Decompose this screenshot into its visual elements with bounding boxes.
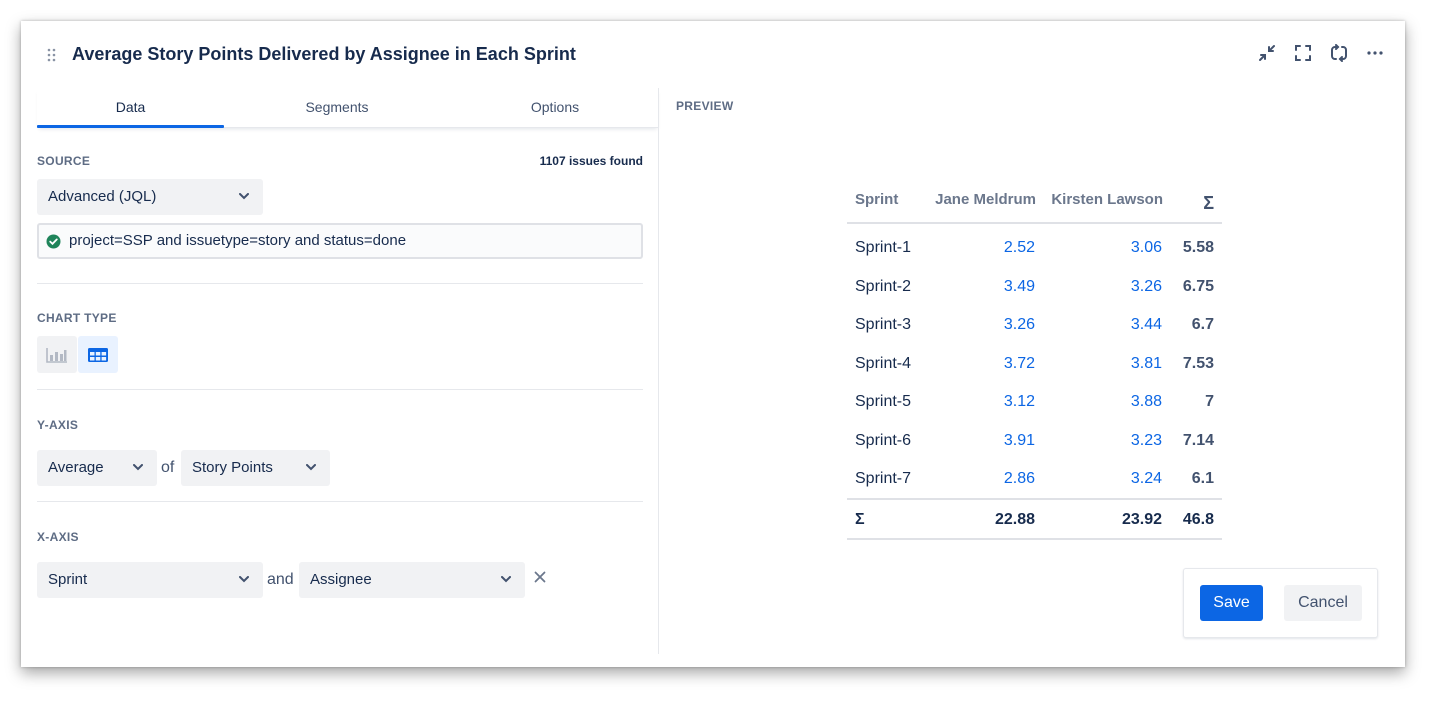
value-cell[interactable]: 3.44: [1131, 316, 1162, 334]
table-chart-button[interactable]: [78, 336, 118, 373]
table-row: Sprint-6 3.91 3.23 7.14: [847, 420, 1222, 459]
header-cell: Sprint: [855, 191, 899, 208]
table-row: Sprint-1 2.52 3.06 5.58: [847, 227, 1222, 266]
value-cell[interactable]: 2.52: [1004, 239, 1035, 257]
drag-handle-icon[interactable]: [47, 48, 57, 62]
value-cell[interactable]: 3.88: [1131, 393, 1162, 411]
chart-editor-card: Average Story Points Delivered by Assign…: [21, 21, 1405, 667]
footer-cell: 46.8: [1182, 510, 1214, 528]
value-cell[interactable]: 3.72: [1004, 355, 1035, 373]
sprint-cell: Sprint-2: [855, 277, 912, 295]
preview-label: PREVIEW: [676, 99, 734, 113]
tab-segments[interactable]: Segments: [237, 88, 437, 128]
issues-count: 1107 issues found: [539, 154, 643, 168]
total-cell: 6.1: [1191, 470, 1214, 487]
chevron-down-icon: [133, 464, 143, 471]
y-axis-label: Y-AXIS: [37, 418, 79, 432]
valid-check-icon: [46, 234, 61, 249]
chart-type-label: CHART TYPE: [37, 311, 117, 325]
sprint-cell: Sprint-4: [855, 354, 912, 372]
jql-input[interactable]: project=SSP and issuetype=story and stat…: [37, 223, 643, 259]
page-title: Average Story Points Delivered by Assign…: [72, 44, 576, 64]
value-cell[interactable]: 3.91: [1004, 432, 1035, 450]
chevron-down-icon: [239, 193, 249, 200]
divider: [37, 501, 643, 502]
value-cell[interactable]: 3.26: [1004, 316, 1035, 334]
x-field2-select[interactable]: Assignee: [299, 562, 525, 598]
chevron-down-icon: [501, 576, 511, 583]
chevron-down-icon: [239, 576, 249, 583]
more-icon[interactable]: [1365, 43, 1385, 63]
value-cell[interactable]: 3.24: [1131, 470, 1162, 488]
total-cell: 7.53: [1182, 354, 1214, 372]
collapse-icon[interactable]: [1257, 43, 1277, 63]
y-connector: of: [161, 459, 175, 476]
footer-cell: 23.92: [1121, 510, 1162, 528]
action-bar: Save Cancel: [1183, 568, 1378, 638]
editor-panel: Data Segments Options SOURCE 1107 issues…: [37, 88, 659, 654]
value-cell[interactable]: 3.12: [1004, 393, 1035, 411]
chevron-down-icon: [306, 464, 316, 471]
header-cell: Kirsten Lawson: [1051, 191, 1163, 208]
value-cell[interactable]: 3.81: [1131, 355, 1162, 373]
sprint-cell: Sprint-1: [855, 239, 912, 256]
y-aggregate-select[interactable]: Average: [37, 450, 157, 486]
value-cell[interactable]: 3.26: [1131, 278, 1162, 296]
x-connector: and: [267, 571, 294, 588]
bar-chart-button[interactable]: [37, 336, 77, 373]
total-cell: 6.75: [1182, 277, 1214, 295]
value-cell[interactable]: 2.86: [1004, 470, 1035, 488]
tab-data[interactable]: Data: [37, 88, 224, 128]
table-row: Sprint-5 3.12 3.88 7: [847, 381, 1222, 420]
preview-table: Sprint Jane Meldrum Kirsten Lawson Σ Spr…: [847, 182, 1222, 540]
x-axis-label: X-AXIS: [37, 530, 79, 544]
source-select-value: Advanced (JQL): [48, 188, 157, 205]
header-cell: Jane Meldrum: [935, 191, 1036, 208]
table-row: Sprint-2 3.49 3.26 6.75: [847, 266, 1222, 305]
table-row: Sprint-7 2.86 3.24 6.1: [847, 458, 1222, 497]
total-cell: 5.58: [1182, 239, 1214, 256]
value-cell[interactable]: 3.23: [1131, 432, 1162, 450]
x-field1-select[interactable]: Sprint: [37, 562, 263, 598]
divider: [37, 283, 643, 284]
table-icon: [88, 347, 108, 362]
divider: [37, 389, 643, 390]
x-field1-value: Sprint: [48, 571, 88, 588]
x-field2-value: Assignee: [310, 571, 372, 588]
source-label: SOURCE: [37, 154, 91, 168]
y-field-select[interactable]: Story Points: [181, 450, 330, 486]
header-actions: [1257, 43, 1385, 63]
header-cell: Σ: [1203, 193, 1214, 213]
table-header-row: Sprint Jane Meldrum Kirsten Lawson Σ: [847, 182, 1222, 224]
sprint-cell: Sprint-3: [855, 316, 912, 333]
y-aggregate-value: Average: [48, 459, 104, 476]
expand-icon[interactable]: [1293, 43, 1313, 63]
close-icon[interactable]: [534, 571, 546, 583]
total-cell: 6.7: [1191, 316, 1214, 333]
jql-query: project=SSP and issuetype=story and stat…: [69, 232, 407, 249]
table-body: Sprint-1 2.52 3.06 5.58 Sprint-2 3.49 3.26 6.75…: [847, 227, 1222, 497]
table-row: Sprint-3 3.26 3.44 6.7: [847, 304, 1222, 343]
footer-cell: Σ: [855, 510, 865, 528]
table-row: Sprint-4 3.72 3.81 7.53: [847, 343, 1222, 382]
save-button[interactable]: Save: [1200, 585, 1263, 621]
cancel-button[interactable]: Cancel: [1284, 585, 1362, 621]
value-cell[interactable]: 3.06: [1131, 239, 1162, 257]
footer-cell: 22.88: [994, 510, 1035, 528]
total-cell: 7.14: [1182, 431, 1214, 449]
tab-bar: Data Segments Options: [37, 88, 659, 128]
refresh-icon[interactable]: [1329, 43, 1349, 63]
y-field-value: Story Points: [192, 459, 273, 476]
total-cell: 7: [1205, 393, 1214, 410]
tab-options[interactable]: Options: [455, 88, 655, 128]
bar-chart-icon: [46, 347, 67, 363]
panel-separator: [658, 88, 659, 654]
sprint-cell: Sprint-7: [855, 470, 912, 487]
sprint-cell: Sprint-6: [855, 431, 912, 449]
value-cell[interactable]: 3.49: [1004, 278, 1035, 296]
table-footer-row: Σ 22.88 23.92 46.8: [847, 497, 1222, 540]
source-select[interactable]: Advanced (JQL): [37, 179, 263, 215]
sprint-cell: Sprint-5: [855, 393, 912, 410]
